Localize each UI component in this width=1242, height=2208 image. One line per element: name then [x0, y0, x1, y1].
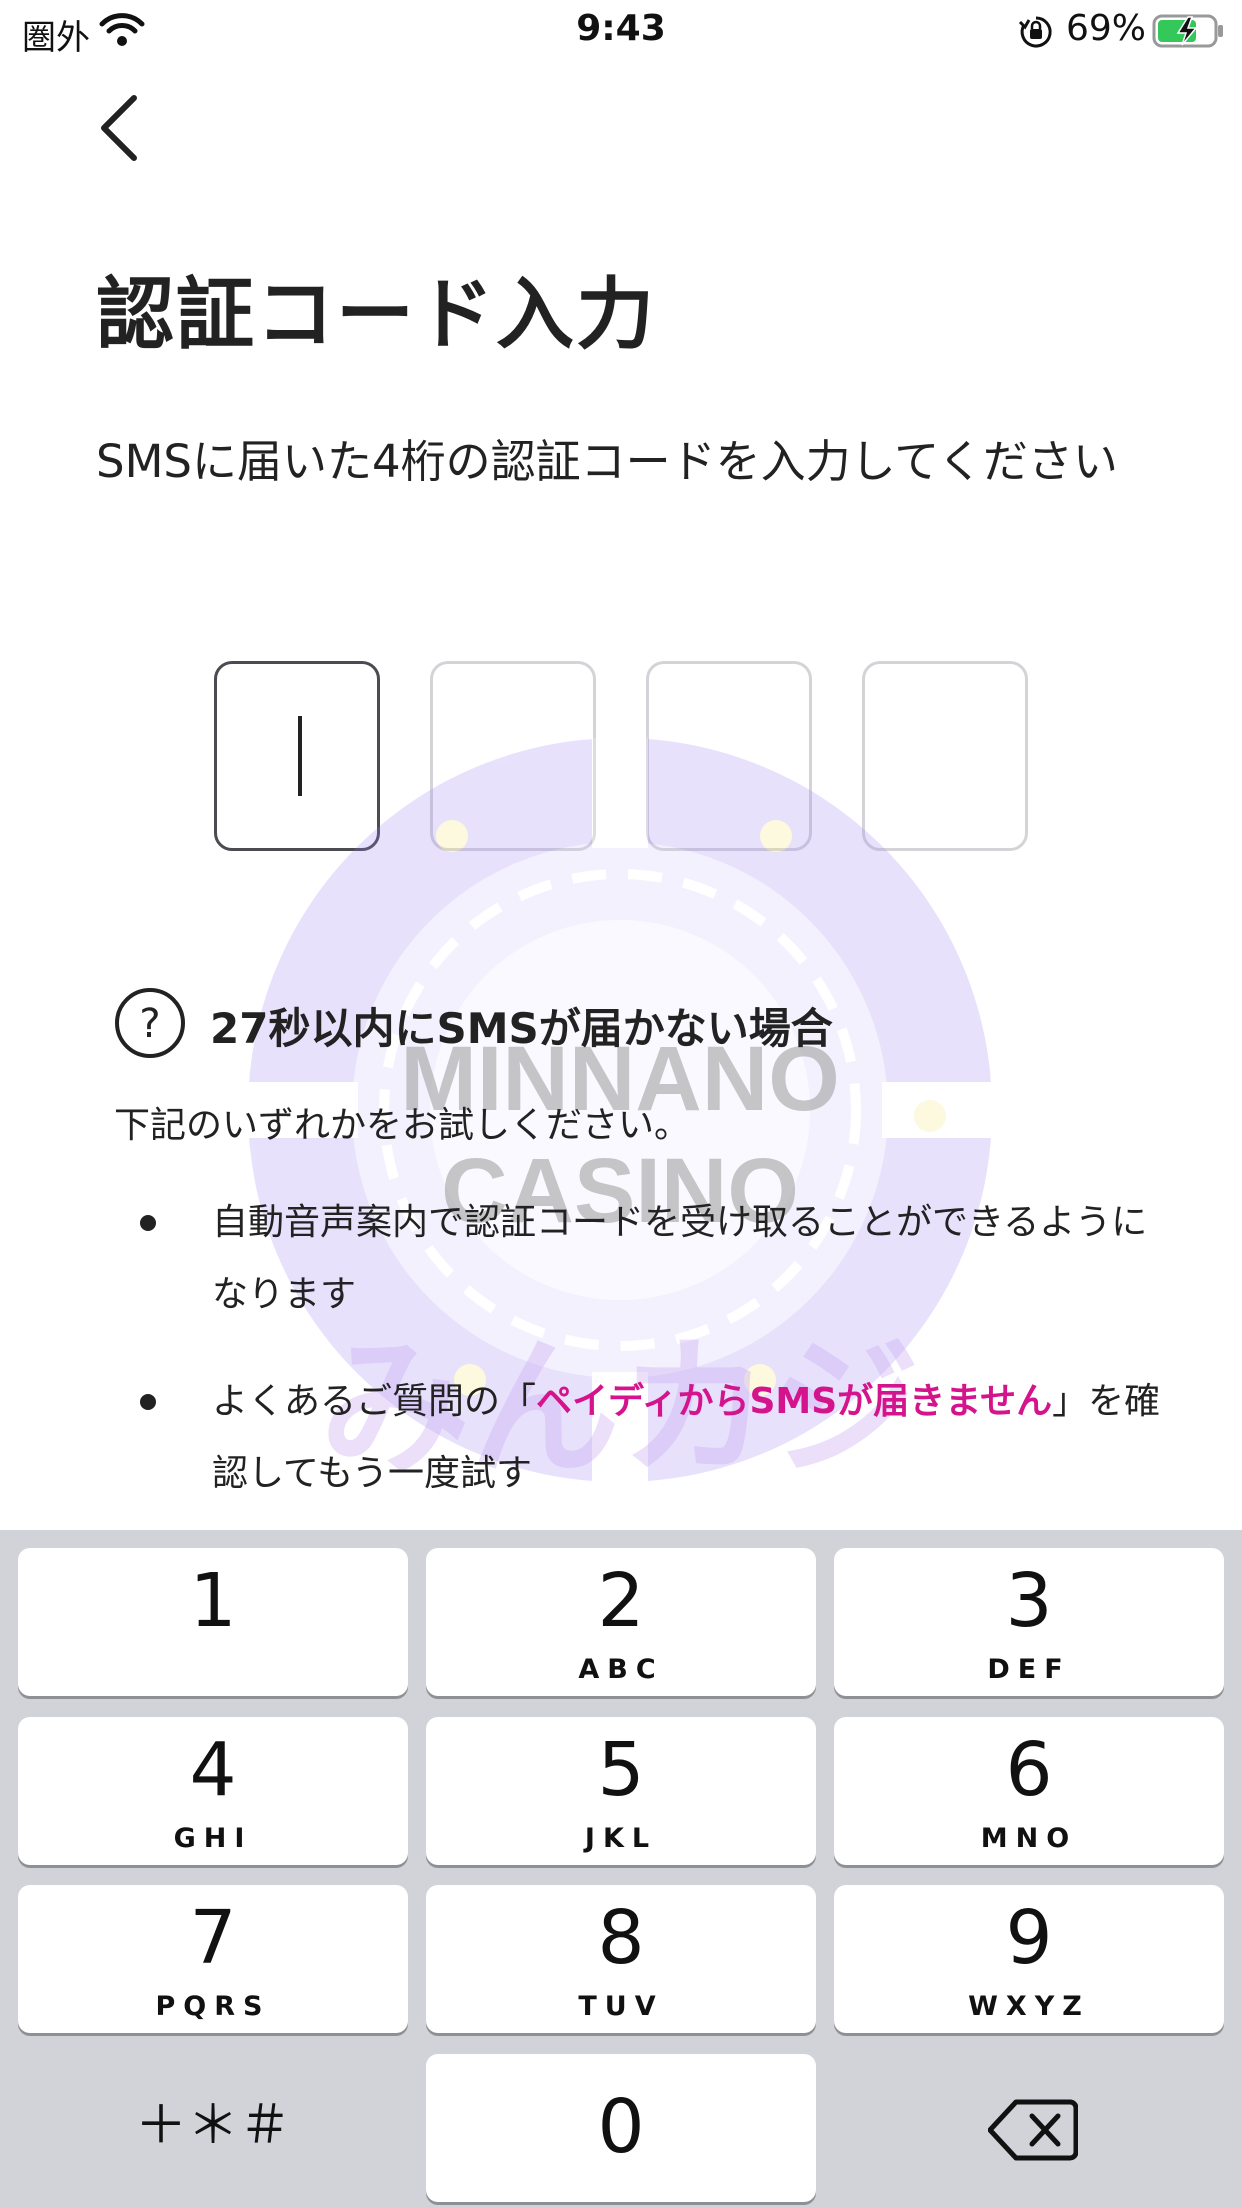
key-symbols[interactable]: ＋＊＃	[18, 2100, 408, 2208]
key-2[interactable]: 2 ABC	[426, 1548, 816, 1696]
key-0[interactable]: 0	[426, 2054, 816, 2202]
question-circle-icon: ?	[115, 988, 185, 1058]
status-bar: 圏外 9:43 69%	[0, 0, 1242, 64]
back-button[interactable]	[92, 88, 148, 168]
faq-prefix: よくあるご質問の「	[212, 1381, 537, 1422]
help-bullet-faq: よくあるご質問の「ペイディからSMSが届きません」を確認してもう一度試す	[212, 1366, 1172, 1510]
battery-percent: 69%	[1066, 8, 1147, 49]
key-6[interactable]: 6 MNO	[834, 1717, 1224, 1865]
key-1[interactable]: 1	[18, 1548, 408, 1696]
orientation-lock-icon	[1018, 16, 1052, 48]
help-bullet-voice: 自動音声案内で認証コードを受け取ることができるようになります	[212, 1202, 1148, 1315]
page-title: 認証コード入力	[96, 270, 657, 360]
key-9[interactable]: 9 WXYZ	[834, 1885, 1224, 2033]
backspace-icon[interactable]	[988, 2098, 1078, 2162]
help-subtext: 下記のいずれかをお試しください。	[114, 1105, 691, 1146]
code-digit-1[interactable]	[214, 661, 380, 851]
key-7[interactable]: 7 PQRS	[18, 1885, 408, 2033]
battery-charging-icon	[1152, 14, 1223, 48]
bullet-dot	[140, 1215, 156, 1231]
key-8[interactable]: 8 TUV	[426, 1885, 816, 2033]
svg-text:?: ?	[139, 1001, 160, 1047]
key-4[interactable]: 4 GHI	[18, 1717, 408, 1865]
text-caret	[298, 716, 302, 796]
key-3[interactable]: 3 DEF	[834, 1548, 1224, 1696]
instruction-text: SMSに届いた4桁の認証コードを入力してください	[96, 435, 1118, 488]
bullet-dot	[140, 1394, 156, 1410]
code-digit-2[interactable]	[430, 661, 596, 851]
screen: 圏外 9:43 69% 認証コード入力 SMSに届いた4桁の認証コードを入力して…	[0, 0, 1242, 2208]
code-digit-3[interactable]	[646, 661, 812, 851]
code-digit-4[interactable]	[862, 661, 1028, 851]
faq-link[interactable]: ペイディからSMSが届きません	[536, 1381, 1052, 1422]
status-time: 9:43	[576, 8, 666, 49]
help-heading: 27秒以内にSMSが届かない場合	[210, 1004, 833, 1053]
key-5[interactable]: 5 JKL	[426, 1717, 816, 1865]
